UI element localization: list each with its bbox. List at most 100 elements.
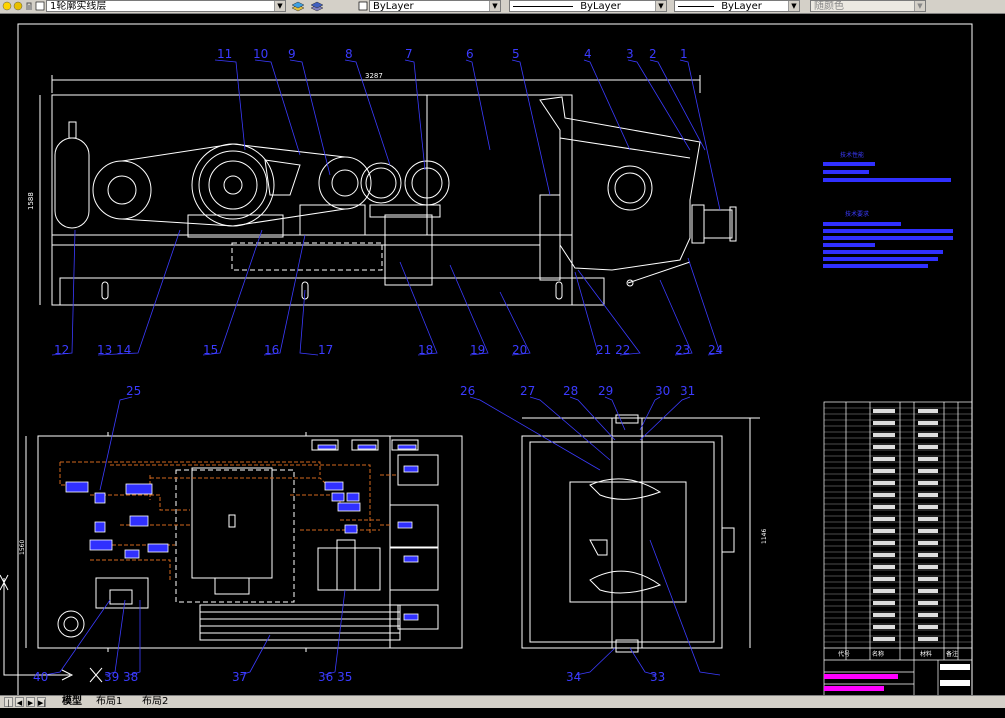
bom-cell-text [918, 493, 938, 497]
bom-cell-text [918, 577, 938, 581]
drawing-canvas[interactable]: 3287 1588 1560 1146 技术性能 技术要求 代号 名称 材料 备… [0, 14, 1005, 696]
balloon-label: 39 [104, 670, 119, 684]
balloon-label: 36 35 [318, 670, 352, 684]
bom-cell-text [873, 505, 895, 509]
chevron-down-icon: ▼ [914, 1, 925, 11]
bom-cell-text [918, 517, 938, 521]
bom-cell-text [873, 433, 895, 437]
bom-cell-text [918, 469, 938, 473]
bom-cell-text [918, 457, 938, 461]
plot-style-dropdown[interactable]: 随颜色 ▼ [810, 0, 926, 12]
pump-37 [317, 547, 381, 591]
lineweight-control-value: ByLayer [721, 1, 762, 12]
balloon-label: 33 [650, 670, 665, 684]
bom-cell-text [918, 421, 938, 425]
bom-cell-text [918, 445, 938, 449]
magenta-note [824, 674, 898, 679]
cad-drawing: 3287 1588 1560 1146 技术性能 技术要求 代号 名称 材料 备… [0, 23, 973, 696]
bom-cell-text [873, 613, 895, 617]
tech-notes: 技术性能 技术要求 [823, 151, 953, 268]
bom-col-remark: 备注 [946, 650, 958, 658]
chevron-down-icon: ▼ [489, 1, 500, 11]
properties-toolbar: 1轮廓实线层 ▼ ByLayer ▼ ByLayer ▼ ByLayer ▼ 随… [0, 0, 1005, 14]
machine-frame [51, 94, 573, 306]
balloon-label: 2 [649, 47, 657, 61]
color-control-value: ByLayer [373, 1, 414, 12]
title-text-block [940, 680, 970, 686]
first-tab-button[interactable]: |◀ [4, 697, 13, 717]
bom-cell-text [918, 565, 938, 569]
next-tab-button[interactable]: ▶ [26, 697, 35, 707]
linetype-control-dropdown[interactable]: ByLayer ▼ [509, 0, 667, 12]
last-tab-button[interactable]: ▶| [37, 697, 46, 707]
balloon-label: 27 [520, 384, 535, 398]
tab-layout2[interactable]: 布局2 [142, 696, 168, 708]
balloon-label: 38 [123, 670, 138, 684]
lineweight-line-icon [678, 5, 714, 7]
title-text-block [940, 664, 970, 670]
dimension-height-plan: 1560 [19, 540, 26, 555]
balloon-label: 23 [675, 343, 690, 357]
belt-guard [199, 604, 401, 641]
freeze-icon[interactable] [13, 1, 23, 11]
layer-dropdown[interactable]: 1轮廓实线层 ▼ [46, 0, 286, 12]
dimension-width-right: 1146 [761, 529, 768, 544]
balloon-label: 11 [217, 47, 232, 61]
bom-cell-text [873, 577, 895, 581]
balloon-label: 13 14 [97, 343, 131, 357]
balloon-label: 29 [598, 384, 613, 398]
tank-12 [54, 137, 90, 229]
chevron-down-icon: ▼ [274, 1, 285, 11]
bom-cell-text [918, 553, 938, 557]
lock-icon[interactable] [24, 1, 34, 11]
balloon-label: 30 [655, 384, 670, 398]
color-control-dropdown[interactable]: ByLayer ▼ [369, 0, 501, 12]
bom-cell-text [918, 505, 938, 509]
balloon-label: 40 [33, 670, 48, 684]
balloon-label: 34 [566, 670, 581, 684]
bom-cell-text [873, 493, 895, 497]
bom-cell-text [873, 457, 895, 461]
bom-cell-text [873, 529, 895, 533]
tech-title-2: 技术要求 [845, 210, 869, 218]
layer-name: 1轮廓实线层 [50, 1, 107, 12]
layer-previous-icon[interactable] [310, 0, 324, 12]
balloon-label: 25 [126, 384, 141, 398]
bom-col-name: 名称 [872, 650, 884, 658]
balloon-label: 8 [345, 47, 353, 61]
dimension-length: 3287 [365, 72, 383, 80]
linetype-line-icon [513, 5, 573, 7]
tab-layout1[interactable]: 布局1 [96, 696, 122, 708]
bom-col-material: 材料 [920, 650, 932, 658]
balloon-label: 24 [708, 343, 723, 357]
balloon-label: 1 [680, 47, 688, 61]
bom-cell-text [918, 481, 938, 485]
balloon-labels: 11 10 9 8 7 6 5 4 3 2 1 12 13 14 15 16 17 18 19 20 21 22 23 2… [33, 47, 723, 684]
balloon-label: 3 [626, 47, 634, 61]
prev-tab-button[interactable]: ◀ [15, 697, 24, 707]
bom-cell-text [873, 553, 895, 557]
make-current-layer-icon[interactable] [291, 0, 305, 12]
bom-cell-text [873, 541, 895, 545]
plot-style-value: 随颜色 [814, 1, 844, 12]
chevron-down-icon: ▼ [655, 1, 666, 11]
balloon-label: 18 [418, 343, 433, 357]
color-swatch-icon[interactable] [35, 1, 45, 11]
color-square-icon[interactable] [358, 1, 368, 11]
bom-cell-text [918, 409, 938, 413]
tab-model[interactable]: 模型 [62, 696, 82, 708]
bom-cell-text [873, 469, 895, 473]
dimension-height: 1588 [27, 192, 35, 210]
mixer-plan-view [521, 414, 760, 653]
linetype-control-value: ByLayer [580, 1, 621, 12]
bom-cell-text [918, 541, 938, 545]
ucs-icon [0, 574, 103, 683]
component-18 [384, 214, 433, 286]
drawing-border [17, 23, 973, 696]
chevron-down-icon: ▼ [788, 1, 799, 11]
layer-state-icon[interactable] [2, 1, 12, 11]
balloon-label: 16 [264, 343, 279, 357]
balloon-label: 10 [253, 47, 268, 61]
balloon-label: 19 [470, 343, 485, 357]
lineweight-control-dropdown[interactable]: ByLayer ▼ [674, 0, 800, 12]
